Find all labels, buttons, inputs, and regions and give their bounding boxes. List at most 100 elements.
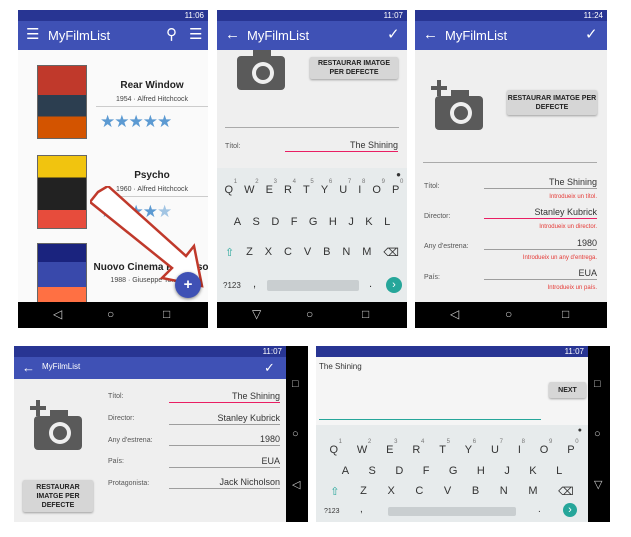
key-m[interactable]: M — [362, 246, 371, 259]
fullscreen-text-input[interactable]: The Shining — [319, 362, 362, 371]
key-l[interactable]: L — [556, 465, 562, 477]
space-key[interactable] — [388, 507, 516, 516]
director-input[interactable]: Stanley Kubrick — [169, 413, 280, 425]
key-c[interactable]: C — [415, 485, 423, 498]
nav-back-icon[interactable]: ◁ — [292, 478, 300, 491]
restore-image-button[interactable]: RESTAURAR IMATGE PER DEFECTE — [23, 480, 93, 512]
nav-recent-icon[interactable]: □ — [362, 307, 369, 321]
key-b[interactable]: B — [323, 246, 330, 259]
check-icon[interactable]: ✓ — [264, 358, 275, 378]
delete-key[interactable]: ⌫ — [383, 246, 399, 259]
key-x[interactable]: X — [387, 485, 394, 498]
search-icon[interactable]: ⚲ — [166, 25, 177, 45]
key-e[interactable]: E3 — [386, 439, 397, 456]
delete-key[interactable]: ⌫ — [558, 485, 574, 498]
check-icon[interactable]: ✓ — [585, 25, 598, 45]
nav-recent-icon[interactable]: □ — [292, 378, 299, 390]
nav-back-icon[interactable]: ◁ — [450, 307, 459, 321]
key-w[interactable]: W2 — [357, 439, 371, 456]
title-input[interactable]: The Shining — [484, 177, 597, 189]
cast-input[interactable]: Jack Nicholson — [169, 477, 280, 489]
key-q[interactable]: Q1 — [329, 439, 342, 456]
sort-icon[interactable]: ☰ — [189, 25, 202, 45]
shift-key[interactable]: ⇧ — [225, 246, 234, 259]
go-key[interactable]: › — [563, 503, 577, 517]
key-d[interactable]: D — [271, 216, 279, 228]
nav-recent-icon[interactable]: □ — [562, 307, 569, 321]
title-input[interactable]: The Shining — [285, 140, 398, 152]
key-y[interactable]: Y6 — [465, 439, 476, 456]
restore-image-button[interactable]: RESTAURAR IMATGE PER DEFECTE — [507, 90, 597, 115]
key-h[interactable]: H — [329, 216, 337, 228]
mic-icon[interactable]: ● — [396, 170, 401, 179]
key-s[interactable]: S — [253, 216, 260, 228]
shift-key[interactable]: ⇧ — [330, 485, 339, 498]
nav-home-icon[interactable]: ○ — [292, 428, 299, 440]
key-r[interactable]: R4 — [284, 179, 296, 196]
key-p[interactable]: P0 — [392, 179, 403, 196]
key-k[interactable]: K — [365, 216, 372, 228]
nav-home-icon[interactable]: ○ — [107, 307, 114, 321]
key-z[interactable]: Z — [360, 485, 367, 498]
country-input[interactable]: EUA — [169, 456, 280, 468]
nav-home-icon[interactable]: ○ — [594, 428, 601, 440]
nav-back-icon[interactable]: ▽ — [594, 478, 602, 491]
key-a[interactable]: A — [342, 465, 349, 477]
key-e[interactable]: E3 — [266, 179, 277, 196]
period-key[interactable]: . — [538, 504, 541, 515]
nav-back-icon[interactable]: ◁ — [53, 307, 62, 321]
key-f[interactable]: F — [291, 216, 298, 228]
key-g[interactable]: G — [449, 465, 458, 477]
key-k[interactable]: K — [529, 465, 536, 477]
year-input[interactable]: 1980 — [484, 238, 597, 250]
key-m[interactable]: M — [528, 485, 537, 498]
key-q[interactable]: Q1 — [225, 179, 238, 196]
check-icon[interactable]: ✓ — [387, 25, 400, 45]
key-b[interactable]: B — [472, 485, 479, 498]
key-i[interactable]: I8 — [518, 439, 525, 456]
back-icon[interactable]: ← — [423, 25, 438, 45]
key-l[interactable]: L — [384, 216, 390, 228]
key-i[interactable]: I8 — [358, 179, 365, 196]
key-x[interactable]: X — [265, 246, 272, 259]
key-a[interactable]: A — [234, 216, 241, 228]
menu-icon[interactable]: ☰ — [26, 25, 39, 45]
go-key[interactable]: › — [386, 277, 402, 293]
nav-home-icon[interactable]: ○ — [505, 307, 512, 321]
key-p[interactable]: P0 — [567, 439, 578, 456]
key-h[interactable]: H — [477, 465, 485, 477]
key-t[interactable]: T5 — [439, 439, 450, 456]
period-key[interactable]: . — [369, 278, 372, 290]
symbols-key[interactable]: ?123 — [223, 281, 241, 290]
key-f[interactable]: F — [423, 465, 430, 477]
key-y[interactable]: Y6 — [321, 179, 332, 196]
key-d[interactable]: D — [395, 465, 403, 477]
nav-recent-icon[interactable]: □ — [163, 307, 170, 321]
key-o[interactable]: O9 — [540, 439, 553, 456]
mic-icon[interactable]: ● — [578, 427, 582, 434]
list-item[interactable]: Rear Window 1954 · Alfred Hitchcock ★★★★… — [18, 62, 208, 146]
key-z[interactable]: Z — [246, 246, 253, 259]
key-j[interactable]: J — [348, 216, 354, 228]
comma-key[interactable]: , — [253, 278, 256, 290]
key-j[interactable]: J — [504, 465, 510, 477]
nav-home-icon[interactable]: ○ — [306, 307, 313, 321]
title-input[interactable]: The Shining — [169, 391, 280, 403]
next-button[interactable]: NEXT — [549, 382, 586, 398]
nav-back-icon[interactable]: ▽ — [252, 307, 261, 321]
restore-image-button[interactable]: RESTAURAR IMATGE PER DEFECTE — [310, 57, 398, 79]
key-v[interactable]: V — [304, 246, 311, 259]
key-w[interactable]: W2 — [244, 179, 258, 196]
key-c[interactable]: C — [284, 246, 292, 259]
key-g[interactable]: G — [309, 216, 318, 228]
key-s[interactable]: S — [369, 465, 376, 477]
comma-key[interactable]: , — [360, 504, 363, 515]
back-icon[interactable]: ← — [22, 358, 35, 378]
key-u[interactable]: U7 — [491, 439, 503, 456]
country-input[interactable]: EUA — [484, 268, 597, 280]
add-film-fab[interactable]: + — [175, 272, 201, 298]
nav-recent-icon[interactable]: □ — [594, 378, 601, 390]
key-v[interactable]: V — [444, 485, 451, 498]
key-t[interactable]: T5 — [303, 179, 314, 196]
year-input[interactable]: 1980 — [169, 434, 280, 446]
